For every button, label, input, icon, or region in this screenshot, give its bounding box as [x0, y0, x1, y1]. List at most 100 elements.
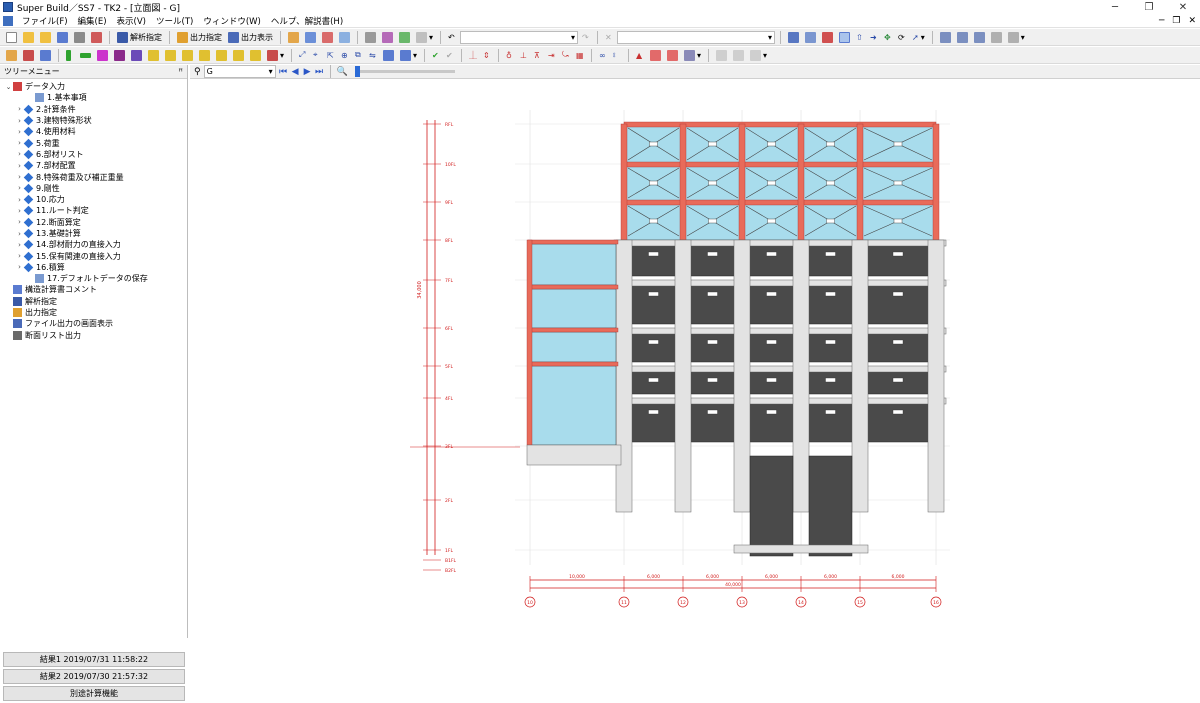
pointer-button[interactable]: ➚ ▾	[910, 30, 927, 44]
offset-button[interactable]: ⇱	[325, 48, 337, 62]
load-button[interactable]	[180, 48, 195, 62]
mdi-document-icon[interactable]	[3, 15, 13, 26]
brace-button[interactable]	[129, 48, 144, 62]
mail-button[interactable]	[197, 48, 212, 62]
collapsed-chevron-icon[interactable]: ›	[15, 196, 24, 204]
tool-d-button[interactable]	[337, 30, 352, 44]
save-all-button[interactable]	[89, 30, 104, 44]
support-b-button[interactable]: ⇕	[481, 48, 493, 62]
check-button[interactable]: ✔	[430, 48, 442, 62]
member-combo[interactable]: ▾	[617, 30, 776, 44]
member-tool-3[interactable]	[38, 48, 53, 62]
tree-item[interactable]: 1.基本事項	[0, 92, 187, 103]
tree-item[interactable]: › 14.部材耐力の直接入力	[0, 239, 187, 250]
collapsed-chevron-icon[interactable]: ›	[15, 207, 24, 215]
stair-button[interactable]	[231, 48, 246, 62]
separate-calc-button[interactable]: 別途計算機能	[3, 686, 185, 701]
window-list-button[interactable]	[989, 30, 1004, 44]
mdi-close-icon[interactable]: ✕	[1188, 16, 1196, 26]
view-b-button[interactable]	[803, 30, 818, 44]
tree-item[interactable]: › 3.建物特殊形状	[0, 115, 187, 126]
redo-button[interactable]: ↷	[580, 30, 592, 44]
zoom-slider-knob[interactable]	[354, 66, 360, 77]
measure-button[interactable]: ⊕	[339, 48, 351, 62]
moment-button[interactable]: ⤿	[560, 48, 572, 62]
zoom-icon[interactable]: 🔍	[337, 67, 348, 77]
joint-button[interactable]: ⦂	[611, 48, 623, 62]
member-tool-1[interactable]	[4, 48, 19, 62]
rigid-button[interactable]: ▦	[574, 48, 586, 62]
view-c-button[interactable]	[837, 30, 852, 44]
beam-button[interactable]	[78, 48, 93, 62]
gray-tool-3[interactable]: ▾	[748, 48, 769, 62]
tree-item[interactable]: › 2.計算条件	[0, 104, 187, 115]
link-button[interactable]: ∞	[597, 48, 609, 62]
tree-item[interactable]: › 10.応力	[0, 194, 187, 205]
tree-item[interactable]: › 13.基礎計算	[0, 228, 187, 239]
up-button[interactable]: ⇧	[854, 30, 866, 44]
tool-b-button[interactable]	[303, 30, 318, 44]
tree-item[interactable]: ⌄ データ入力	[0, 81, 187, 92]
tree-item[interactable]: › 12.断面算定	[0, 217, 187, 228]
uncheck-button[interactable]: ✔	[444, 48, 456, 62]
opening-button[interactable]	[146, 48, 161, 62]
tree-item[interactable]: 17.デフォルトデータの保存	[0, 273, 187, 284]
pin-button[interactable]: ⊼	[532, 48, 544, 62]
gray-tool-2[interactable]	[731, 48, 746, 62]
menu-help[interactable]: ヘルプ、解説書(H)	[266, 15, 348, 27]
table2-button[interactable]	[665, 48, 680, 62]
restore-icon[interactable]: ❐	[1132, 0, 1166, 14]
slab-button[interactable]	[95, 48, 110, 62]
tree-item[interactable]: 構造計算書コメント	[0, 284, 187, 295]
preview-button[interactable]	[380, 30, 395, 44]
support-a-button[interactable]: ⏊	[467, 48, 479, 62]
tree-item[interactable]: › 7.部材配置	[0, 160, 187, 171]
fixed-button[interactable]: ⊥	[518, 48, 530, 62]
pin-icon[interactable]: ꟸ	[178, 67, 183, 76]
export-button[interactable]	[397, 30, 412, 44]
cascade-button[interactable]	[955, 30, 970, 44]
window-more-button[interactable]: ▾	[1006, 30, 1027, 44]
tree-item[interactable]: 解析指定	[0, 296, 187, 307]
save-button[interactable]	[55, 30, 70, 44]
pen-button[interactable]	[163, 48, 178, 62]
tree-item[interactable]: › 5.荷重	[0, 137, 187, 148]
parapet-button[interactable]	[214, 48, 229, 62]
tool-c-button[interactable]	[320, 30, 335, 44]
copy-button[interactable]: ⧉	[353, 48, 365, 62]
spring-support-button[interactable]: ♁	[504, 48, 516, 62]
tree-item[interactable]: 出力指定	[0, 307, 187, 318]
gray-tool-1[interactable]	[714, 48, 729, 62]
collapsed-chevron-icon[interactable]: ›	[15, 230, 24, 238]
tree-item[interactable]: › 16.積算	[0, 262, 187, 273]
first-frame-icon[interactable]: ⏮	[279, 67, 288, 77]
tree-item[interactable]: › 9.剛性	[0, 183, 187, 194]
tree-item[interactable]: › 6.部材リスト	[0, 149, 187, 160]
tree-item[interactable]: ファイル出力の画面表示	[0, 318, 187, 329]
output-button[interactable]: 出力指定	[175, 30, 224, 44]
collapsed-chevron-icon[interactable]: ›	[15, 128, 24, 136]
tree-item[interactable]: › 15.保有関連の直接入力	[0, 250, 187, 261]
menu-window[interactable]: ウィンドウ(W)	[198, 15, 266, 27]
tree-item[interactable]: › 11.ルート判定	[0, 205, 187, 216]
tree-item[interactable]: 断面リスト出力	[0, 330, 187, 341]
elevation-drawing[interactable]: RFL10FL9FL8FL7FL6FL5FL4FL3FL2FL1FLB1FLB2…	[190, 80, 1200, 638]
mirror-button[interactable]: ⇋	[367, 48, 379, 62]
node-button[interactable]: ⤢	[297, 48, 309, 62]
last-frame-icon[interactable]: ⏭	[315, 67, 324, 77]
drawing-canvas[interactable]: RFL 10FL 9FL 8FL 7FL 6FL 5FL 4FL 3FL 2FL 1FL B1FL B2…	[190, 80, 1200, 638]
history-combo[interactable]: ▾	[460, 30, 579, 44]
display-button[interactable]: 出力表示	[226, 30, 275, 44]
delete-button[interactable]: ✕	[603, 30, 615, 44]
grid-button[interactable]	[820, 30, 835, 44]
prev-frame-icon[interactable]: ◀	[291, 67, 300, 77]
menu-view[interactable]: 表示(V)	[112, 15, 151, 27]
result2-button[interactable]: 結果2 2019/07/30 21:57:32	[3, 669, 185, 684]
analysis-button[interactable]: 解析指定	[115, 30, 164, 44]
arrow-load-button[interactable]: ⇥	[546, 48, 558, 62]
zoom-slider[interactable]	[354, 66, 455, 77]
minimize-icon[interactable]: ─	[1098, 0, 1132, 14]
layer-button[interactable]: ▾	[398, 48, 419, 62]
open-file2-button[interactable]	[38, 30, 53, 44]
new-file-button[interactable]	[4, 30, 19, 44]
